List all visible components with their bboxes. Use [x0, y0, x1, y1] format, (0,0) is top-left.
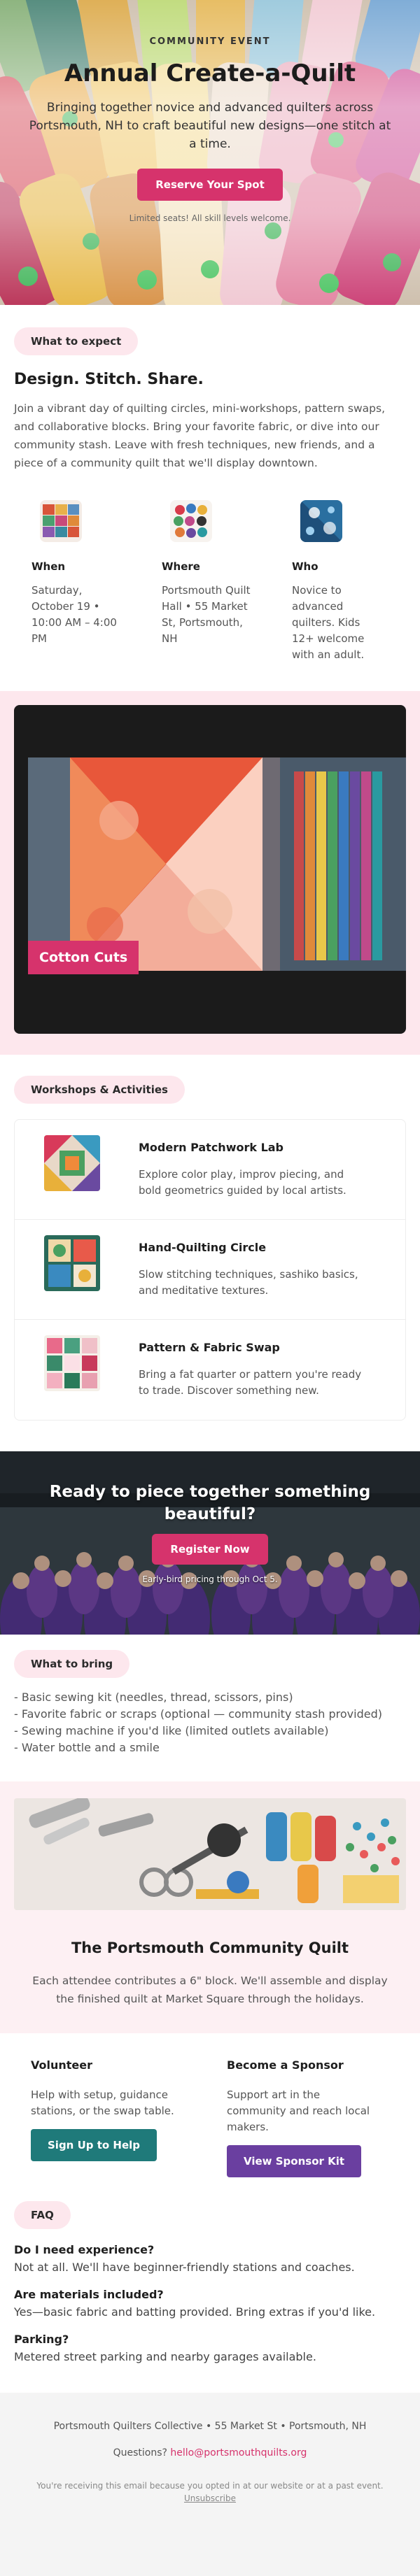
faq-question: Are materials included?	[14, 2288, 164, 2301]
bring-section: What to bring - Basic sewing kit (needle…	[0, 1635, 420, 1756]
list-item: - Sewing machine if you'd like (limited …	[14, 1724, 329, 1737]
workshop-title: Hand-Quilting Circle	[139, 1241, 267, 1254]
community-quilt-section: The Portsmouth Community Quilt Each atte…	[0, 1781, 420, 2033]
volunteer-title: Volunteer	[31, 2058, 93, 2072]
info-where: Where Portsmouth Quilt Hall • 55 Market …	[144, 500, 274, 663]
expect-heading: Design. Stitch. Share.	[14, 371, 204, 388]
info-who-label: Who	[292, 560, 318, 573]
cta-note: Early-bird pricing through Oct 5.	[142, 1574, 278, 1584]
faq-question: Do I need experience?	[14, 2243, 155, 2256]
footer: Portsmouth Quilters Collective • 55 Mark…	[0, 2393, 420, 2576]
workshop-desc: Slow stitching techniques, sashiko basic…	[139, 1268, 358, 1297]
footer-questions-label: Questions?	[113, 2447, 167, 2458]
faq-item: Are materials included? Yes—basic fabric…	[14, 2288, 406, 2319]
footer-optin-text: You're receiving this email because you …	[36, 2481, 384, 2491]
info-when-text: Saturday, October 19 • 10:00 AM – 4:00 P…	[31, 584, 117, 645]
expect-pill: What to expect	[14, 327, 139, 355]
workshops-list: Modern Patchwork Lab Explore color play,…	[14, 1119, 406, 1421]
faq-item: Parking? Metered street parking and near…	[14, 2333, 406, 2363]
workshop-title: Pattern & Fabric Swap	[139, 1341, 280, 1354]
info-where-text: Portsmouth Quilt Hall • 55 Market St, Po…	[162, 584, 251, 645]
footer-address: Portsmouth Quilters Collective • 55 Mark…	[53, 2421, 367, 2432]
sewing-tools-image	[14, 1798, 406, 1910]
list-item: - Water bottle and a smile	[14, 1741, 160, 1754]
workshop-desc: Explore color play, improv piecing, and …	[139, 1168, 346, 1197]
register-now-button[interactable]: Register Now	[152, 1534, 268, 1565]
hero-subtitle: Bringing together novice and advanced qu…	[29, 101, 391, 151]
community-quilt-text: Each attendee contributes a 6" block. We…	[32, 1974, 388, 2005]
calendar-quilt-icon	[40, 500, 82, 542]
list-item: Modern Patchwork Lab Explore color play,…	[15, 1120, 405, 1220]
list-item: Hand-Quilting Circle Slow stitching tech…	[15, 1220, 405, 1320]
footer-questions: Questions? hello@portsmouthquilts.org	[14, 2447, 406, 2458]
video-player[interactable]: Cotton Cuts	[14, 705, 406, 1034]
register-banner: Ready to piece together something beauti…	[0, 1451, 420, 1635]
fabric-swatch-icon	[300, 500, 342, 542]
faq-answer: Not at all. We'll have beginner-friendly…	[14, 2261, 355, 2274]
cta-title: Ready to piece together something beauti…	[49, 1483, 371, 1523]
email-page: COMMUNITY EVENT Annual Create-a-Quilt Br…	[0, 0, 420, 2576]
hero-content: COMMUNITY EVENT Annual Create-a-Quilt Br…	[0, 0, 420, 223]
list-item: Pattern & Fabric Swap Bring a fat quarte…	[15, 1320, 405, 1420]
faq-answer: Metered street parking and nearby garage…	[14, 2350, 316, 2363]
bring-list: - Basic sewing kit (needles, thread, sci…	[14, 1689, 406, 1756]
sponsor-title: Become a Sponsor	[227, 2058, 344, 2072]
sponsor-text: Support art in the community and reach l…	[227, 2088, 370, 2133]
fabric-swap-thumbnail	[44, 1335, 100, 1391]
faq-pill: FAQ	[14, 2201, 71, 2229]
list-item: - Favorite fabric or scraps (optional — …	[14, 1707, 382, 1721]
hero-title: Annual Create-a-Quilt	[64, 59, 356, 87]
volunteer-column: Volunteer Help with setup, guidance stat…	[14, 2058, 210, 2177]
info-row: When Saturday, October 19 • 10:00 AM – 4…	[14, 500, 406, 663]
unsubscribe-link[interactable]: Unsubscribe	[184, 2493, 236, 2503]
expect-body: Join a vibrant day of quilting circles, …	[14, 402, 386, 469]
patchwork-thumbnail	[44, 1135, 100, 1191]
video-section: Cotton Cuts	[0, 691, 420, 1055]
sign-up-to-help-button[interactable]: Sign Up to Help	[31, 2129, 158, 2161]
bring-pill: What to bring	[14, 1650, 130, 1678]
faq-section: FAQ Do I need experience? Not at all. We…	[0, 2177, 420, 2363]
reserve-spot-button[interactable]: Reserve Your Spot	[137, 169, 283, 201]
faq-answer: Yes—basic fabric and batting provided. B…	[14, 2305, 376, 2319]
expect-section: What to expect Design. Stitch. Share. Jo…	[0, 305, 420, 663]
workshop-desc: Bring a fat quarter or pattern you're re…	[139, 1368, 362, 1397]
hand-quilting-thumbnail	[44, 1235, 100, 1291]
faq-item: Do I need experience? Not at all. We'll …	[14, 2243, 406, 2274]
sponsor-column: Become a Sponsor Support art in the comm…	[210, 2058, 406, 2177]
workshop-title: Modern Patchwork Lab	[139, 1141, 284, 1154]
video-caption-tag: Cotton Cuts	[28, 941, 139, 974]
community-quilt-title: The Portsmouth Community Quilt	[71, 1940, 349, 1956]
quilt-block-video-frame	[28, 757, 406, 971]
footer-note: You're receiving this email because you …	[14, 2479, 406, 2505]
buttons-icon	[170, 500, 212, 542]
workshops-pill: Workshops & Activities	[14, 1076, 185, 1104]
volunteer-text: Help with setup, guidance stations, or t…	[31, 2088, 174, 2117]
contact-email-link[interactable]: hello@portsmouthquilts.org	[170, 2447, 307, 2458]
faq-question: Parking?	[14, 2333, 69, 2346]
info-when: When Saturday, October 19 • 10:00 AM – 4…	[14, 500, 144, 663]
info-who-text: Novice to advanced quilters. Kids 12+ we…	[292, 584, 365, 661]
list-item: - Basic sewing kit (needles, thread, sci…	[14, 1691, 293, 1704]
hero-eyebrow: COMMUNITY EVENT	[149, 36, 271, 47]
info-who: Who Novice to advanced quilters. Kids 12…	[274, 500, 405, 663]
info-when-label: When	[31, 560, 66, 573]
hero-section: COMMUNITY EVENT Annual Create-a-Quilt Br…	[0, 0, 420, 305]
volunteer-sponsor-section: Volunteer Help with setup, guidance stat…	[0, 2033, 420, 2177]
workshops-section: Workshops & Activities Modern Patchwork …	[0, 1055, 420, 1421]
hero-note: Limited seats! All skill levels welcome.	[129, 213, 291, 223]
info-where-label: Where	[162, 560, 200, 573]
view-sponsor-kit-button[interactable]: View Sponsor Kit	[227, 2145, 362, 2177]
